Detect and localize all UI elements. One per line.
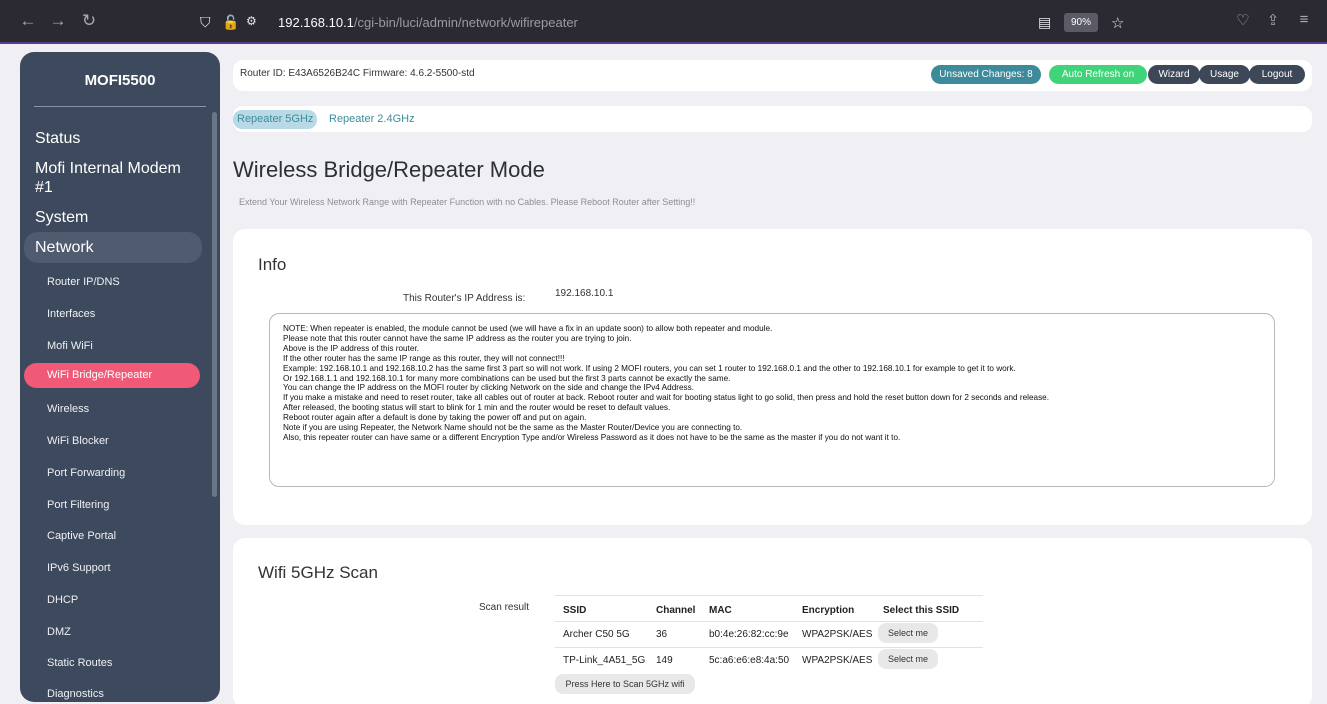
menu-icon[interactable]: ≡	[1293, 11, 1315, 28]
column-header-select: Select this SSID	[883, 605, 960, 616]
note-line: Example: 192.168.10.1 and 192.168.10.2 h…	[283, 363, 1016, 373]
scan-5ghz-button[interactable]: Press Here to Scan 5GHz wifi	[555, 674, 695, 694]
column-header-mac: MAC	[709, 605, 732, 616]
page-load-divider	[0, 42, 1327, 44]
scan-result-label: Scan result	[479, 602, 530, 613]
pocket-icon[interactable]: ♡	[1232, 11, 1254, 29]
insecure-lock-icon[interactable]: 🔓	[222, 14, 239, 31]
bookmark-star-icon[interactable]: ☆	[1111, 14, 1124, 32]
select-ssid-button[interactable]: Select me	[878, 649, 938, 669]
sidebar-item-interfaces[interactable]: Interfaces	[47, 308, 95, 320]
router-ip-value: 192.168.10.1	[555, 288, 614, 299]
sidebar-item-wifi-bridge-repeater[interactable]: WiFi Bridge/Repeater	[24, 363, 200, 388]
note-line: After released, the booting status will …	[283, 403, 671, 413]
unsaved-changes-button[interactable]: Unsaved Changes: 8	[931, 65, 1041, 84]
scan-title: Wifi 5GHz Scan	[258, 563, 378, 582]
share-icon[interactable]: ⇪	[1262, 11, 1284, 29]
tab-repeater-5ghz[interactable]: Repeater 5GHz	[233, 110, 318, 129]
sidebar-item-captive-portal[interactable]: Captive Portal	[47, 530, 116, 542]
column-header-encryption: Encryption	[802, 605, 855, 616]
mac-cell: 5c:a6:e6:e8:4a:50	[709, 655, 790, 666]
router-status-bar: Router ID: E43A6526B24C Firmware: 4.6.2-…	[233, 60, 1312, 91]
repeater-notes-box[interactable]: NOTE: When repeater is enabled, the modu…	[269, 313, 1275, 487]
router-id: E43A6526B24C	[288, 68, 361, 79]
sidebar-item-network[interactable]: Network	[24, 232, 202, 263]
repeater-tabs: Repeater 5GHz Repeater 2.4GHz	[233, 106, 1312, 132]
shield-icon[interactable]: ⛉	[200, 14, 211, 31]
brand-divider	[34, 106, 206, 107]
logout-button[interactable]: Logout	[1249, 65, 1305, 84]
wizard-button[interactable]: Wizard	[1148, 65, 1200, 84]
sidebar-item-system[interactable]: System	[35, 208, 200, 227]
note-line: If you make a mistake and need to reset …	[283, 393, 1049, 403]
sidebar: MOFI5500 Status Mofi Internal Modem #1 S…	[20, 52, 220, 702]
info-card: Info This Router's IP Address is: 192.16…	[233, 229, 1312, 525]
sidebar-item-mofi-internal-modem[interactable]: Mofi Internal Modem #1	[35, 159, 200, 197]
url-text[interactable]: 192.168.10.1/cgi-bin/luci/admin/network/…	[278, 15, 578, 30]
sidebar-item-port-forwarding[interactable]: Port Forwarding	[47, 467, 125, 479]
note-line: Or 192.168.1.1 and 192.168.10.1 for many…	[283, 373, 731, 383]
column-header-ssid: SSID	[563, 605, 587, 616]
brand-title: MOFI5500	[84, 72, 156, 89]
mac-cell: b0:4e:26:82:cc:9e	[709, 629, 789, 640]
firmware-version: 4.6.2-5500-std	[410, 68, 475, 79]
auto-refresh-button[interactable]: Auto Refresh on	[1049, 65, 1147, 84]
router-info: Router ID: E43A6526B24C Firmware: 4.6.2-…	[240, 68, 475, 79]
channel-cell: 36	[656, 629, 668, 640]
table-divider	[555, 647, 983, 648]
zoom-level-badge[interactable]: 90%	[1064, 13, 1098, 32]
ssid-cell: Archer C50 5G	[563, 629, 630, 640]
sidebar-item-dmz[interactable]: DMZ	[47, 626, 71, 638]
note-line: Reboot router again after a default is d…	[283, 413, 587, 423]
select-ssid-button[interactable]: Select me	[878, 623, 938, 643]
forward-arrow-icon[interactable]: →	[47, 11, 69, 31]
note-line: You can change the IP address on the MOF…	[283, 383, 694, 393]
browser-toolbar: ← → ↻ ⛉ 🔓 ⚙ 192.168.10.1/cgi-bin/luci/ad…	[0, 0, 1327, 44]
tab-repeater-2-4ghz[interactable]: Repeater 2.4GHz	[329, 110, 415, 129]
sidebar-item-mofi-wifi[interactable]: Mofi WiFi	[47, 340, 93, 352]
sidebar-item-wireless[interactable]: Wireless	[47, 403, 89, 415]
page-subtitle: Extend Your Wireless Network Range with …	[239, 197, 696, 207]
reload-icon[interactable]: ↻	[78, 11, 100, 31]
url-bar[interactable]: ⛉ 🔓 ⚙ 192.168.10.1/cgi-bin/luci/admin/ne…	[200, 6, 1135, 38]
note-line: Please note that this router cannot have…	[283, 333, 632, 343]
channel-cell: 149	[656, 655, 673, 666]
note-line: NOTE: When repeater is enabled, the modu…	[283, 324, 773, 333]
table-divider	[555, 621, 983, 622]
info-title: Info	[258, 255, 287, 274]
table-divider	[555, 595, 983, 596]
note-line: Note if you are using Repeater, the Netw…	[283, 423, 743, 433]
encryption-cell: WPA2PSK/AES	[802, 655, 873, 666]
back-arrow-icon[interactable]: ←	[17, 11, 39, 31]
ssid-cell: TP-Link_4A51_5G	[563, 655, 646, 666]
sidebar-item-router-ip-dns[interactable]: Router IP/DNS	[47, 276, 120, 288]
sidebar-item-static-routes[interactable]: Static Routes	[47, 657, 112, 669]
sidebar-item-ipv6-support[interactable]: IPv6 Support	[47, 562, 111, 574]
column-header-channel: Channel	[656, 605, 696, 616]
usage-button[interactable]: Usage	[1199, 65, 1250, 84]
note-line: Also, this repeater router can have same…	[283, 432, 901, 442]
sidebar-item-port-filtering[interactable]: Port Filtering	[47, 499, 109, 511]
sidebar-item-dhcp[interactable]: DHCP	[47, 594, 78, 606]
sidebar-scrollbar[interactable]	[212, 112, 217, 497]
wifi-scan-card: Wifi 5GHz Scan Scan result SSID Channel …	[233, 538, 1312, 704]
page-title: Wireless Bridge/Repeater Mode	[233, 157, 545, 182]
sidebar-item-wifi-blocker[interactable]: WiFi Blocker	[47, 435, 109, 447]
note-line: Above is the IP address of this router.	[283, 343, 419, 353]
router-ip-label: This Router's IP Address is:	[403, 293, 526, 304]
note-line: If the other router has the same IP rang…	[283, 353, 565, 363]
reader-view-icon[interactable]: ▤	[1038, 14, 1051, 31]
permissions-icon[interactable]: ⚙	[246, 14, 257, 28]
sidebar-item-status[interactable]: Status	[35, 129, 200, 148]
encryption-cell: WPA2PSK/AES	[802, 629, 873, 640]
sidebar-item-diagnostics[interactable]: Diagnostics	[47, 688, 104, 700]
